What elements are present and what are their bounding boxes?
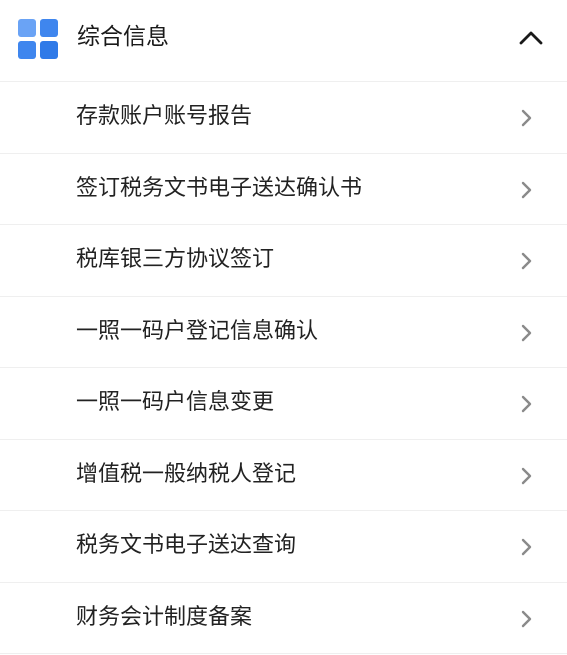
- grid-icon-cell: [40, 19, 58, 37]
- list-item-label: 签订税务文书电子送达确认书: [76, 175, 363, 201]
- info-panel: 综合信息 存款账户账号报告 签订税务文书电子送达确认书 税库银三方协议签订 一照…: [0, 0, 567, 655]
- list-item-label: 一照一码户登记信息确认: [76, 318, 319, 344]
- list-item-label: 财务会计制度备案: [76, 604, 253, 630]
- list-item-label: 税库银三方协议签订: [76, 247, 275, 272]
- grid-icon-cell: [40, 41, 58, 59]
- chevron-right-icon: [521, 538, 532, 556]
- list-item-label: 增值税一般纳税人登记: [76, 461, 297, 487]
- list-item-e-delivery-confirmation[interactable]: 签订税务文书电子送达确认书: [0, 154, 567, 225]
- list-item-label: 存款账户账号报告: [76, 104, 253, 129]
- chevron-right-icon: [521, 395, 532, 413]
- list-item-e-delivery-query[interactable]: 税务文书电子送达查询: [0, 511, 567, 583]
- section-header-comprehensive-info[interactable]: 综合信息: [0, 0, 567, 82]
- grid-icon-cell: [18, 41, 36, 59]
- list-item-label: 一照一码户信息变更: [76, 390, 275, 415]
- chevron-right-icon: [521, 324, 532, 341]
- list-item-registration-confirmation[interactable]: 一照一码户登记信息确认: [0, 297, 567, 368]
- chevron-right-icon: [521, 467, 532, 484]
- chevron-up-icon[interactable]: [516, 26, 546, 50]
- grid-icon-cell: [18, 19, 36, 37]
- grid-icon: [18, 19, 58, 59]
- menu-list: 存款账户账号报告 签订税务文书电子送达确认书 税库银三方协议签订 一照一码户登记…: [0, 82, 567, 654]
- chevron-right-icon: [521, 181, 532, 198]
- list-item-vat-registration[interactable]: 增值税一般纳税人登记: [0, 440, 567, 511]
- chevron-right-icon: [521, 109, 532, 127]
- list-item-tripartite-agreement[interactable]: 税库银三方协议签订: [0, 225, 567, 297]
- section-title: 综合信息: [77, 24, 169, 50]
- list-item-deposit-account-report[interactable]: 存款账户账号报告: [0, 82, 567, 154]
- list-item-info-change[interactable]: 一照一码户信息变更: [0, 368, 567, 440]
- list-item-label: 税务文书电子送达查询: [76, 533, 297, 558]
- chevron-right-icon: [521, 610, 532, 627]
- list-item-accounting-system-filing[interactable]: 财务会计制度备案: [0, 583, 567, 654]
- chevron-right-icon: [521, 252, 532, 270]
